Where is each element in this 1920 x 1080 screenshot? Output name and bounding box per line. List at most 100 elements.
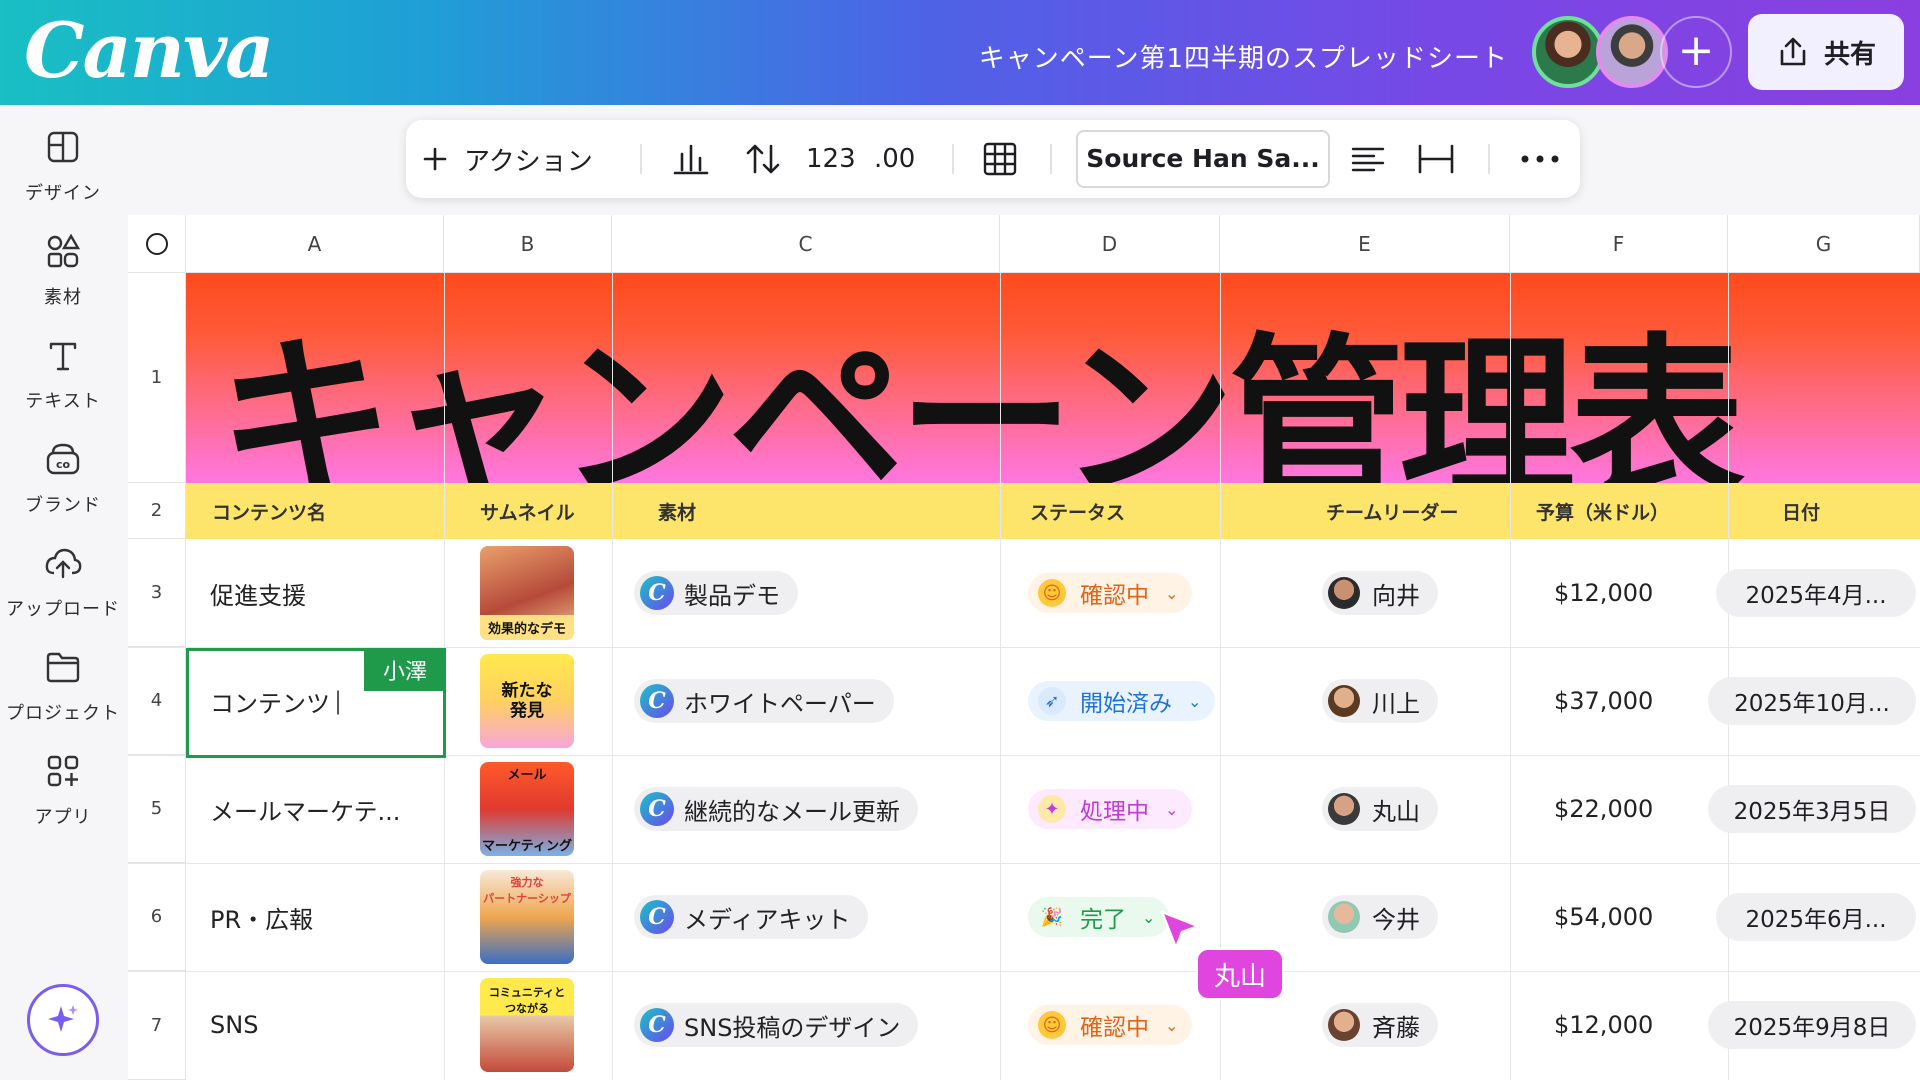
canva-icon: C — [640, 792, 674, 826]
row-header-4[interactable]: 4 — [128, 647, 186, 755]
collaborator-avatar[interactable] — [1596, 16, 1668, 88]
decimal-format-button[interactable]: .00 — [874, 120, 915, 198]
header-asset[interactable]: 素材 — [658, 483, 696, 539]
ellipsis-icon — [1521, 155, 1559, 163]
row-header-1[interactable]: 1 — [128, 273, 186, 483]
chart-button[interactable] — [672, 120, 710, 198]
date-chip[interactable]: 2025年4月... — [1716, 569, 1916, 617]
sidebar-item-upload[interactable]: アップロード — [0, 543, 126, 621]
thumbnail-image[interactable]: メール マーケティング — [480, 762, 574, 856]
budget-cell[interactable]: $54,000 — [1554, 863, 1653, 971]
status-label: 処理中 — [1080, 799, 1149, 825]
thumbnail-caption: 強力な — [510, 876, 544, 889]
cursor-pointer-icon — [1160, 910, 1200, 950]
leader-name: 斉藤 — [1372, 1013, 1420, 1042]
status-label: 開始済み — [1080, 691, 1172, 717]
column-width-button[interactable] — [1416, 120, 1456, 198]
more-options-button[interactable] — [1520, 120, 1560, 198]
column-header-c[interactable]: C — [612, 215, 1000, 273]
status-dropdown[interactable]: 🎉 完了 ⌄ — [1028, 897, 1170, 937]
status-dropdown[interactable]: ✦ 処理中 ⌄ — [1028, 789, 1193, 829]
canva-logo[interactable]: Canva — [24, 6, 274, 95]
column-header-a[interactable]: A — [186, 215, 444, 273]
sort-button[interactable] — [744, 120, 782, 198]
magic-assistant-button[interactable] — [27, 984, 99, 1056]
action-button[interactable]: アクション — [422, 120, 593, 198]
date-chip[interactable]: 2025年3月5日 — [1708, 785, 1916, 833]
thinking-emoji-icon: ☺ — [1038, 1011, 1066, 1039]
team-leader-chip[interactable]: 丸山 — [1322, 787, 1438, 831]
sidebar-item-text[interactable]: テキスト — [0, 335, 126, 413]
date-chip[interactable]: 2025年10月... — [1708, 677, 1916, 725]
row-header-6[interactable]: 6 — [128, 863, 186, 971]
sidebar-item-elements[interactable]: 素材 — [0, 231, 126, 309]
content-name-cell[interactable]: 促進支援 — [210, 539, 306, 647]
folder-icon — [46, 652, 80, 683]
budget-cell[interactable]: $37,000 — [1554, 647, 1653, 755]
header-status[interactable]: ステータス — [1030, 483, 1125, 539]
header-date[interactable]: 日付 — [1782, 483, 1820, 539]
asset-chip[interactable]: C メディアキット — [634, 895, 869, 939]
avatar — [1328, 901, 1360, 933]
team-leader-chip[interactable]: 今井 — [1322, 895, 1438, 939]
asset-chip[interactable]: C 製品デモ — [634, 571, 798, 615]
asset-chip[interactable]: C ホワイトペーパー — [634, 679, 894, 723]
content-name-cell[interactable]: SNS — [210, 971, 258, 1079]
team-leader-chip[interactable]: 斉藤 — [1322, 1003, 1438, 1047]
title-banner-cell[interactable]: キャンペーン管理表 — [186, 273, 1920, 483]
text-align-button[interactable] — [1350, 120, 1386, 198]
share-button[interactable]: 共有 — [1748, 14, 1904, 90]
team-leader-chip[interactable]: 川上 — [1322, 679, 1438, 723]
status-dropdown[interactable]: ☺ 確認中 ⌄ — [1028, 573, 1193, 613]
sort-icon — [746, 144, 780, 174]
collaborator-avatar[interactable] — [1532, 16, 1604, 88]
sidebar-item-label: 素材 — [44, 287, 82, 308]
status-label: 確認中 — [1080, 583, 1149, 609]
select-all-button[interactable] — [128, 215, 186, 273]
column-header-e[interactable]: E — [1220, 215, 1510, 273]
number-format-button[interactable]: 123 — [806, 120, 856, 198]
column-header-f[interactable]: F — [1510, 215, 1728, 273]
asset-chip[interactable]: C SNS投稿のデザイン — [634, 1003, 919, 1047]
row-header-7[interactable]: 7 — [128, 971, 186, 1080]
date-chip[interactable]: 2025年6月... — [1716, 893, 1916, 941]
content-name-cell[interactable]: PR・広報 — [210, 863, 313, 971]
column-header-d[interactable]: D — [1000, 215, 1220, 273]
document-title[interactable]: キャンペーン第1四半期のスプレッドシート — [979, 38, 1508, 75]
header-team-leader[interactable]: チームリーダー — [1326, 483, 1458, 539]
header-budget[interactable]: 予算（米ドル） — [1536, 483, 1669, 539]
header-thumbnail[interactable]: サムネイル — [480, 483, 575, 539]
team-leader-chip[interactable]: 向井 — [1322, 571, 1438, 615]
canva-icon: C — [640, 684, 674, 718]
thumbnail-image[interactable]: コミュニティと つながる — [480, 978, 574, 1072]
column-header-b[interactable]: B — [444, 215, 612, 273]
row-header-3[interactable]: 3 — [128, 539, 186, 647]
row-header-2[interactable]: 2 — [128, 483, 186, 539]
thumbnail-image[interactable]: 新たな 発見 — [480, 654, 574, 748]
budget-cell[interactable]: $12,000 — [1554, 539, 1653, 647]
asset-chip[interactable]: C 継続的なメール更新 — [634, 787, 918, 831]
sidebar-item-projects[interactable]: プロジェクト — [0, 647, 126, 725]
sidebar-item-label: プロジェクト — [6, 703, 120, 724]
table-button[interactable] — [982, 120, 1018, 198]
date-chip[interactable]: 2025年9月8日 — [1708, 1001, 1916, 1049]
content-name-cell[interactable]: メールマーケテ... — [210, 755, 400, 863]
thumbnail-image[interactable]: 強力な パートナーシップ — [480, 870, 574, 964]
font-family-selector[interactable]: Source Han Sa... — [1076, 130, 1330, 188]
leader-name: 丸山 — [1372, 797, 1420, 826]
sidebar-item-brand[interactable]: co ブランド — [0, 439, 126, 517]
share-icon — [1780, 37, 1806, 66]
header-content-name[interactable]: コンテンツ名 — [212, 483, 326, 539]
thumbnail-image[interactable]: 効果的なデモ — [480, 546, 574, 640]
budget-cell[interactable]: $22,000 — [1554, 755, 1653, 863]
column-header-g[interactable]: G — [1728, 215, 1920, 273]
add-collaborator-button[interactable]: + — [1660, 16, 1732, 88]
status-dropdown[interactable]: ☺ 確認中 ⌄ — [1028, 1005, 1193, 1045]
row-header-5[interactable]: 5 — [128, 755, 186, 863]
avatar — [1328, 1009, 1360, 1041]
avatar — [1328, 577, 1360, 609]
budget-cell[interactable]: $12,000 — [1554, 971, 1653, 1079]
sidebar-item-apps[interactable]: アプリ — [0, 751, 126, 829]
sidebar-item-design[interactable]: デザイン — [0, 127, 126, 205]
status-dropdown[interactable]: ➶ 開始済み ⌄ — [1028, 681, 1216, 721]
